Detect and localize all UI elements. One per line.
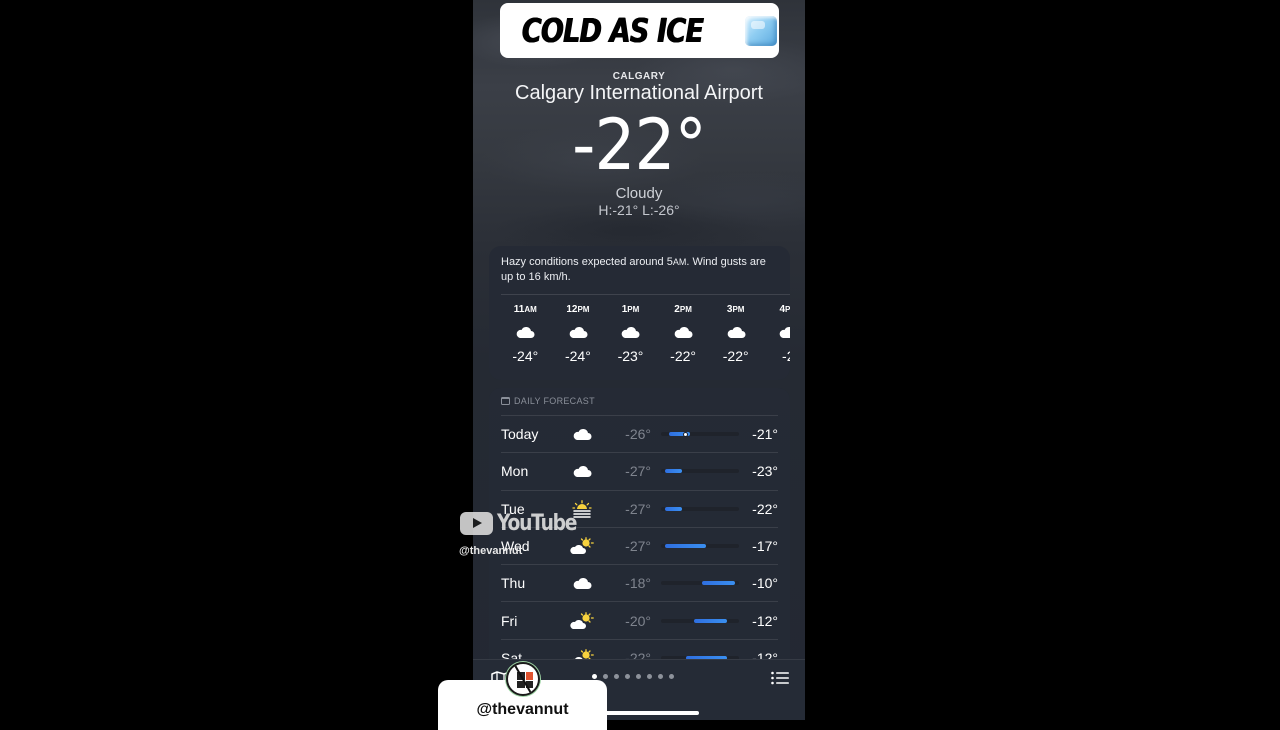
hour-temperature: -24° <box>512 348 539 364</box>
hourly-item: 3PM -22° <box>709 304 762 364</box>
divider <box>501 294 790 295</box>
ice-cube-icon <box>745 15 777 46</box>
list-icon[interactable] <box>771 671 789 690</box>
hour-label: 11AM <box>513 304 537 315</box>
daily-row[interactable]: Fri -20° -12° <box>501 601 778 638</box>
banner-text: COLD AS ICE <box>521 11 704 50</box>
title-banner: COLD AS ICE <box>500 3 779 58</box>
high-temperature: -17° <box>752 538 778 555</box>
creator-handle[interactable]: @thevannut <box>438 701 607 719</box>
cloud-icon <box>567 465 597 478</box>
hour-label: 12PM <box>566 304 590 315</box>
hour-temperature: -22° <box>722 348 749 364</box>
low-temperature: -27° <box>625 538 651 555</box>
hour-temperature: -2 <box>782 348 790 364</box>
hour-temperature: -22° <box>670 348 696 364</box>
page-indicator[interactable] <box>592 674 674 679</box>
watermark-handle: @thevannut <box>459 545 523 557</box>
weather-app-screen: COLD AS ICE CALGARY Calgary Internationa… <box>473 0 805 720</box>
location-name: Calgary International Airport <box>515 82 763 104</box>
hourly-item: 1PM -23° <box>604 304 657 364</box>
hour-label: 4PM <box>779 304 790 315</box>
temperature-range-bar <box>661 506 739 511</box>
range-fill <box>665 544 707 549</box>
temperature-range-bar <box>661 618 739 623</box>
hourly-summary: Hazy conditions expected around 5AM. Win… <box>501 256 766 283</box>
temperature-range-bar <box>661 469 739 474</box>
daily-row[interactable]: Mon -27° -23° <box>501 452 778 489</box>
day-label: Thu <box>501 575 526 592</box>
range-fill <box>665 469 682 474</box>
page-dot[interactable] <box>614 674 619 679</box>
day-label: Fri <box>501 612 518 629</box>
youtube-wordmark: YouTube <box>497 511 577 536</box>
daily-forecast-header: DAILY FORECAST <box>501 396 595 406</box>
cloud-icon <box>709 320 762 344</box>
high-temperature: -12° <box>752 612 778 629</box>
hour-temperature: -23° <box>617 348 644 364</box>
cloud-icon <box>657 320 710 344</box>
cloud-icon <box>552 320 605 344</box>
low-temperature: -26° <box>625 426 651 443</box>
current-temp-dot <box>683 431 689 437</box>
cloud-icon <box>567 428 597 441</box>
low-temperature: -18° <box>625 575 651 592</box>
low-temperature: -20° <box>625 612 651 629</box>
calendar-icon <box>501 397 510 405</box>
hourly-item: 12PM -24° <box>552 304 605 364</box>
cloud-icon <box>762 320 790 344</box>
partly-sunny-icon <box>567 611 597 630</box>
home-indicator[interactable] <box>595 711 699 715</box>
range-fill <box>702 581 735 586</box>
page-dot[interactable] <box>636 674 641 679</box>
city-name: CALGARY <box>612 71 666 82</box>
high-temperature: -22° <box>752 500 778 517</box>
avatar[interactable] <box>506 662 540 696</box>
hourly-item: 4PM -2 <box>762 304 790 364</box>
daily-row[interactable]: Today -26° -21° <box>501 415 778 452</box>
hour-label: 3PM <box>726 304 745 315</box>
page-dot[interactable] <box>625 674 630 679</box>
youtube-play-icon <box>460 512 493 535</box>
page-dot[interactable] <box>658 674 663 679</box>
daily-row[interactable]: Thu -18° -10° <box>501 564 778 601</box>
hourly-list[interactable]: 11AM -24° 12PM -24° 1PM -23° 2PM -22° 3PM -22° 4PM… <box>499 304 790 364</box>
day-label: Today <box>501 426 539 443</box>
daily-list: Today -26° -21° Mon -27° -23° Tue -27° -22° Wed -2… <box>501 415 778 676</box>
low-temperature: -27° <box>625 463 651 480</box>
temperature-range-bar <box>661 544 739 549</box>
day-label: Mon <box>501 463 529 480</box>
page-dot[interactable] <box>669 674 674 679</box>
range-fill <box>693 618 727 623</box>
current-condition: Cloudy <box>615 185 663 202</box>
daily-forecast-title: DAILY FORECAST <box>514 396 595 406</box>
high-temperature: -23° <box>752 463 778 480</box>
cloud-icon <box>604 320 657 344</box>
high-temperature: -21° <box>752 426 778 443</box>
page-dot[interactable] <box>647 674 652 679</box>
youtube-watermark: YouTube <box>460 511 590 536</box>
temperature-range-bar <box>661 431 739 437</box>
page-dot[interactable] <box>603 674 608 679</box>
hourly-item: 2PM -22° <box>657 304 710 364</box>
partly-sunny-icon <box>567 537 597 555</box>
high-temperature: -10° <box>752 575 778 592</box>
page-dot-current[interactable] <box>592 674 597 679</box>
range-fill <box>665 506 682 511</box>
hourly-forecast-card[interactable]: Hazy conditions expected around 5AM. Win… <box>489 246 790 380</box>
cloud-icon <box>567 577 597 590</box>
hour-label: 1PM <box>621 304 640 315</box>
hourly-item: 11AM -24° <box>499 304 552 364</box>
low-temperature: -27° <box>625 500 651 517</box>
cloud-icon <box>499 320 552 344</box>
temperature-range-bar <box>661 581 739 586</box>
high-low: H:-21° L:-26° <box>598 202 680 218</box>
hour-label: 2PM <box>674 304 692 315</box>
current-temperature: -22° <box>572 104 707 186</box>
hour-temperature: -24° <box>564 348 591 364</box>
